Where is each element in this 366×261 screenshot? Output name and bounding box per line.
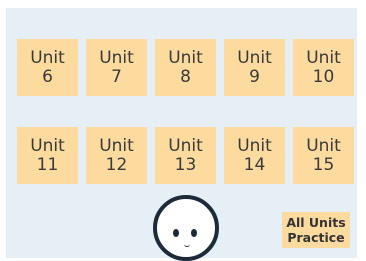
unit-8-button[interactable]: Unit 8 [155,39,216,96]
unit-9-button[interactable]: Unit 9 [224,39,285,96]
all-units-label: All Units [286,215,346,230]
unit-label: Unit [168,135,203,156]
right-eye [191,229,197,237]
unit-number: 13 [174,154,197,175]
unit-label: Unit [30,135,65,156]
unit-label: Unit [306,135,341,156]
unit-label: Unit [99,47,134,68]
unit-number: 15 [312,154,335,175]
unit-number: 11 [36,154,59,175]
unit-15-button[interactable]: Unit 15 [293,127,354,184]
unit-14-button[interactable]: Unit 14 [224,127,285,184]
all-units-practice-button[interactable]: All Units Practice [282,212,350,248]
unit-12-button[interactable]: Unit 12 [86,127,147,184]
unit-number: 12 [105,154,128,175]
unit-label: Unit [237,135,272,156]
mouth [184,243,190,247]
unit-number: 8 [180,66,191,87]
mascot-avatar-icon[interactable] [153,195,219,261]
unit-6-button[interactable]: Unit 6 [17,39,78,96]
unit-label: Unit [306,47,341,68]
unit-number: 6 [42,66,53,87]
unit-label: Unit [30,47,65,68]
unit-7-button[interactable]: Unit 7 [86,39,147,96]
unit-label: Unit [237,47,272,68]
unit-10-button[interactable]: Unit 10 [293,39,354,96]
unit-number: 10 [312,66,335,87]
unit-number: 14 [243,154,266,175]
unit-label: Unit [99,135,134,156]
left-eye [173,229,179,237]
unit-number: 7 [111,66,122,87]
unit-number: 9 [249,66,260,87]
unit-label: Unit [168,47,203,68]
unit-11-button[interactable]: Unit 11 [17,127,78,184]
practice-label: Practice [287,230,345,245]
unit-13-button[interactable]: Unit 13 [155,127,216,184]
